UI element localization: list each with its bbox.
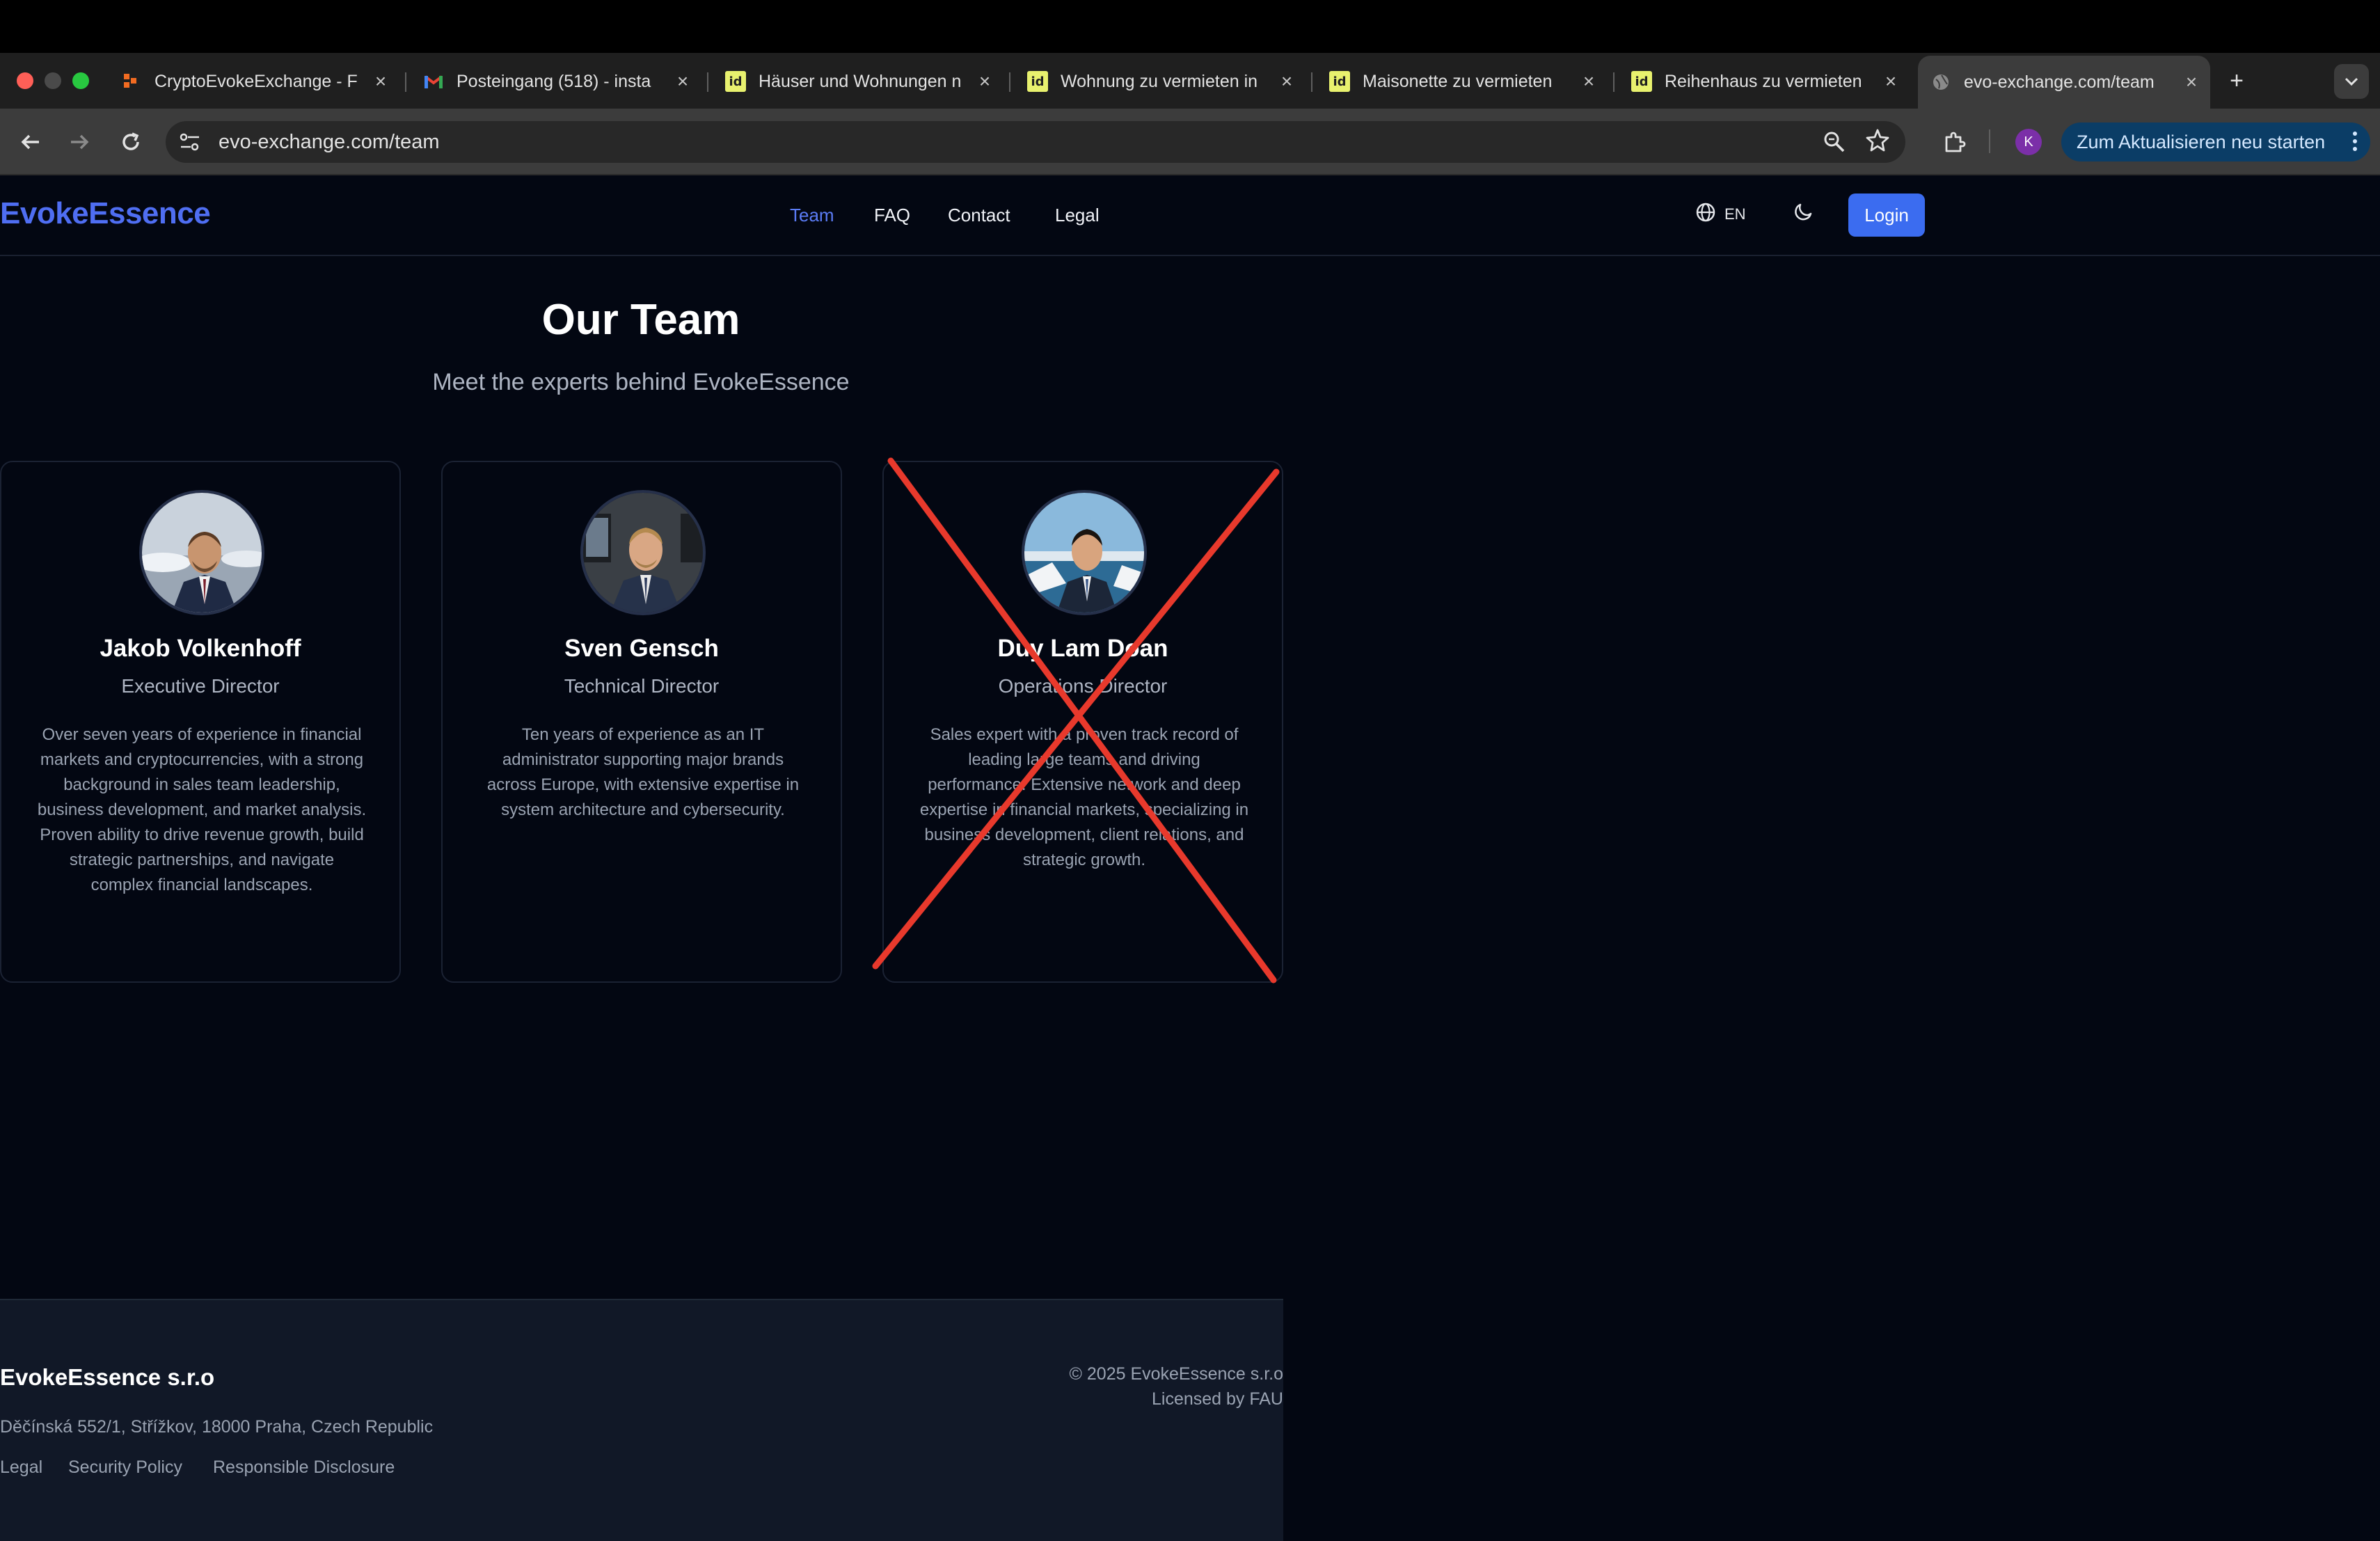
- tab-close-icon[interactable]: ×: [1275, 70, 1299, 93]
- page-title: Our Team: [541, 296, 740, 344]
- toolbar-divider: [1989, 129, 1990, 153]
- zoom-window-button[interactable]: [72, 72, 89, 89]
- close-window-button[interactable]: [17, 72, 33, 89]
- member-bio: Over seven years of experience in financ…: [37, 725, 367, 894]
- tab-close-icon[interactable]: ×: [369, 70, 392, 93]
- globe-icon: [1695, 202, 1716, 227]
- nav-link-faq[interactable]: FAQ: [874, 205, 910, 226]
- tab-search-chevron-icon[interactable]: [2334, 64, 2369, 99]
- tab-evo-exchange-team[interactable]: evo-exchange.com/team ×: [1918, 56, 2210, 109]
- footer-link-legal[interactable]: Legal: [0, 1457, 42, 1478]
- bookmark-star-icon[interactable]: [1865, 128, 1890, 157]
- tab-reihenhaus-vermieten[interactable]: id Reihenhaus zu vermieten ×: [1619, 60, 1910, 103]
- team-card-jakob-volkenhoff: Jakob Volkenhoff Executive Director Over…: [0, 461, 401, 983]
- member-role: Executive Director: [121, 675, 280, 697]
- id-icon: id: [1027, 71, 1048, 92]
- tab-close-icon[interactable]: ×: [973, 70, 997, 93]
- footer-license: Licensed by FAU: [1152, 1389, 1283, 1409]
- language-code: EN: [1724, 205, 1746, 223]
- tab-close-icon[interactable]: ×: [1879, 70, 1903, 93]
- footer-legal-info: © 2025 EvokeEssence s.r.o Licensed by FA…: [1070, 1361, 1283, 1412]
- dark-mode-toggle-moon-icon[interactable]: [1793, 200, 1818, 226]
- tab-cryptoevokeexchange[interactable]: CryptoEvokeExchange - F ×: [109, 60, 399, 103]
- tab-close-icon[interactable]: ×: [2180, 71, 2203, 93]
- tab-posteingang[interactable]: Posteingang (518) - insta ×: [411, 60, 701, 103]
- reload-icon[interactable]: [116, 127, 146, 157]
- update-label: Zum Aktualisieren neu starten: [2077, 131, 2326, 152]
- tab-separator: [405, 72, 406, 92]
- tab-title: Häuser und Wohnungen n: [759, 71, 962, 91]
- footer-link-responsible-disclosure[interactable]: Responsible Disclosure: [213, 1457, 395, 1478]
- site-logo[interactable]: EvokeEssence: [0, 196, 211, 231]
- avatar: [139, 490, 264, 615]
- window-top-bar: [0, 0, 2380, 53]
- page-subtitle: Meet the experts behind EvokeEssence: [432, 369, 850, 395]
- address-bar[interactable]: evo-exchange.com/team: [166, 121, 1905, 163]
- footer-link-security-policy[interactable]: Security Policy: [68, 1457, 182, 1478]
- orange-logo-icon: [121, 71, 142, 92]
- globe-icon: [1930, 72, 1951, 93]
- gmail-icon: [423, 71, 444, 92]
- tab-title: Reihenhaus zu vermieten: [1665, 71, 1862, 91]
- id-icon: id: [725, 71, 746, 92]
- member-role: Technical Director: [564, 675, 720, 697]
- extensions-puzzle-icon[interactable]: [1939, 127, 1969, 157]
- tab-separator: [1311, 72, 1312, 92]
- site-info-icon[interactable]: [178, 131, 202, 157]
- forward-arrow-icon[interactable]: [64, 127, 95, 157]
- footer-company-name: EvokeEssence s.r.o: [0, 1364, 215, 1390]
- member-name: Sven Gensch: [564, 635, 719, 662]
- more-menu-icon: [2352, 129, 2358, 158]
- tab-title: evo-exchange.com/team: [1964, 72, 2155, 92]
- avatar: [1022, 490, 1147, 615]
- footer-address: Děčínská 552/1, Střížkov, 18000 Praha, C…: [0, 1417, 434, 1437]
- nav-link-legal[interactable]: Legal: [1055, 205, 1100, 226]
- tab-title: Wohnung zu vermieten in: [1061, 71, 1258, 91]
- restart-to-update-button[interactable]: Zum Aktualisieren neu starten: [2061, 123, 2370, 161]
- member-name: Duy Lam Doan: [997, 635, 1168, 662]
- zoom-magnifier-icon[interactable]: [1822, 129, 1847, 158]
- new-tab-button[interactable]: +: [2221, 65, 2252, 96]
- tab-title: Posteingang (518) - insta: [457, 71, 651, 91]
- back-arrow-icon[interactable]: [15, 127, 46, 157]
- tab-separator: [1613, 72, 1615, 92]
- tab-maisonette-vermieten[interactable]: id Maisonette zu vermieten ×: [1317, 60, 1608, 103]
- tab-separator: [707, 72, 708, 92]
- minimize-window-button[interactable]: [45, 72, 61, 89]
- footer-copyright: © 2025 EvokeEssence s.r.o: [1069, 1364, 1283, 1384]
- nav-link-contact[interactable]: Contact: [948, 205, 1010, 226]
- login-button[interactable]: Login: [1848, 193, 1925, 237]
- tab-close-icon[interactable]: ×: [1577, 70, 1601, 93]
- team-card-duy-lam-doan: Duy Lam Doan Operations Director Sales e…: [882, 461, 1283, 983]
- site-header: [0, 175, 2380, 256]
- tab-title: Maisonette zu vermieten: [1363, 71, 1553, 91]
- member-role: Operations Director: [998, 675, 1168, 697]
- url-text: evo-exchange.com/team: [219, 131, 440, 153]
- nav-link-team[interactable]: Team: [790, 205, 834, 226]
- tab-separator: [1009, 72, 1010, 92]
- tab-close-icon[interactable]: ×: [671, 70, 695, 93]
- tab-title: CryptoEvokeExchange - F: [154, 71, 358, 91]
- tab-haeuser-wohnungen[interactable]: id Häuser und Wohnungen n ×: [713, 60, 1003, 103]
- id-icon: id: [1631, 71, 1652, 92]
- profile-avatar[interactable]: K: [2015, 129, 2042, 155]
- language-switcher[interactable]: EN: [1695, 202, 1746, 227]
- tab-wohnung-vermieten[interactable]: id Wohnung zu vermieten in ×: [1015, 60, 1306, 103]
- member-bio: Ten years of experience as an IT adminis…: [486, 725, 800, 819]
- screen: CryptoEvokeExchange - F × Posteingang (5…: [0, 0, 2380, 1541]
- member-name: Jakob Volkenhoff: [100, 635, 301, 662]
- avatar: [580, 490, 706, 615]
- id-icon: id: [1329, 71, 1350, 92]
- member-bio: Sales expert with a proven track record …: [919, 725, 1249, 869]
- team-card-sven-gensch: Sven Gensch Technical Director Ten years…: [441, 461, 842, 983]
